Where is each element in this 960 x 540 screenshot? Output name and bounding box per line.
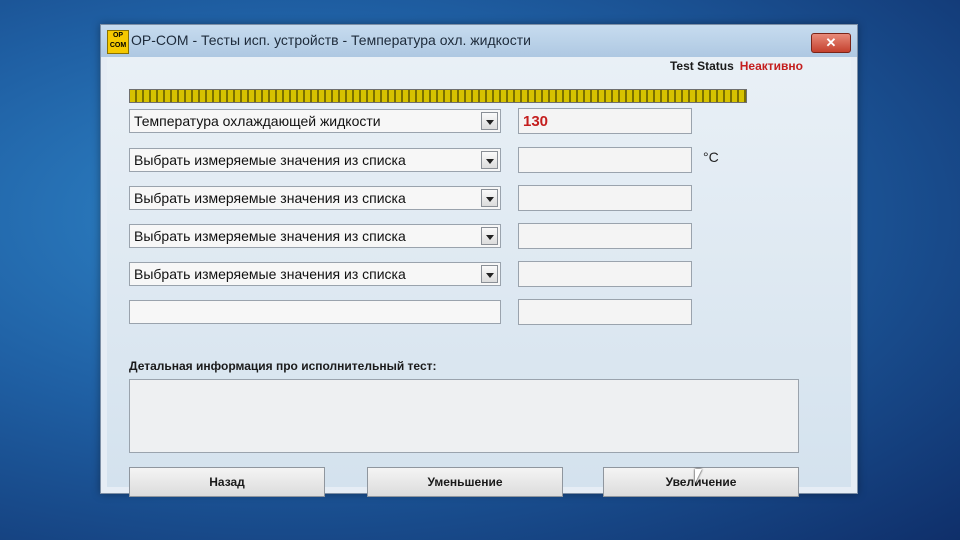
op-com-app-icon: OP COM — [107, 30, 129, 54]
chevron-down-icon[interactable] — [481, 227, 498, 245]
chevron-down-icon[interactable] — [481, 151, 498, 169]
close-button[interactable]: ✕ — [811, 33, 851, 53]
measure-value-4 — [518, 223, 692, 249]
measure-value-5 — [518, 261, 692, 287]
measure-value-1-text: 130 — [523, 113, 549, 130]
test-status-value: Неактивно — [739, 59, 803, 73]
title-bar[interactable]: OP COM OP-COM - Тесты исп. устройств - Т… — [101, 25, 857, 57]
chevron-down-icon[interactable] — [481, 112, 498, 130]
measure-value-1: 130 — [518, 108, 692, 134]
chevron-down-icon[interactable] — [481, 189, 498, 207]
decrease-button[interactable]: Уменьшение — [367, 467, 563, 497]
test-status-label: Test Status — [669, 59, 734, 73]
measure-value-6 — [518, 299, 692, 325]
measure-select-1[interactable]: Температура охлаждающей жидкости — [129, 109, 501, 133]
measure-value-2 — [518, 147, 692, 173]
measure-value-3 — [518, 185, 692, 211]
op-com-window: OP COM OP-COM - Тесты исп. устройств - Т… — [100, 24, 858, 497]
client-area: Test Status Неактивно Температура охлажда… — [107, 57, 851, 497]
detail-info-label: Детальная информация про исполнительный … — [129, 359, 437, 373]
test-status: Test Status Неактивно — [670, 59, 803, 73]
test-progress-fill — [130, 90, 746, 102]
test-progress-bar — [129, 89, 747, 103]
back-button[interactable]: Назад — [129, 467, 325, 497]
measure-select-4-text: Выбрать измеряемые значения из списка — [134, 228, 406, 244]
window-title: OP-COM - Тесты исп. устройств - Температ… — [131, 32, 531, 48]
measure-select-3[interactable]: Выбрать измеряемые значения из списка — [129, 186, 501, 210]
measure-select-5-text: Выбрать измеряемые значения из списка — [134, 266, 406, 282]
measure-select-2[interactable]: Выбрать измеряемые значения из списка — [129, 148, 501, 172]
unit-label: °C — [703, 149, 719, 165]
mouse-cursor-icon — [695, 469, 702, 483]
measure-select-6 — [129, 300, 501, 324]
measure-select-1-text: Температура охлаждающей жидкости — [134, 113, 381, 129]
measure-select-5[interactable]: Выбрать измеряемые значения из списка — [129, 262, 501, 286]
measure-select-3-text: Выбрать измеряемые значения из списка — [134, 190, 406, 206]
measure-select-2-text: Выбрать измеряемые значения из списка — [134, 152, 406, 168]
chevron-down-icon[interactable] — [481, 265, 498, 283]
measure-select-4[interactable]: Выбрать измеряемые значения из списка — [129, 224, 501, 248]
detail-info-box — [129, 379, 799, 453]
